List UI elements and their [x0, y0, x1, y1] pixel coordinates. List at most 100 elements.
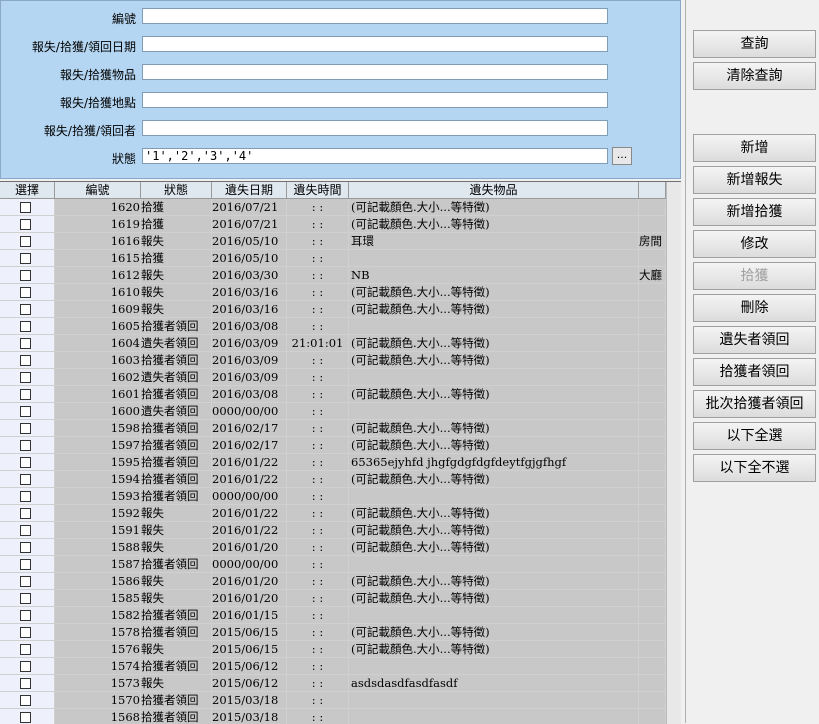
table-row[interactable]: 1588 報失 2016/01/20: : (可記載顏色.大小...等特徵) [0, 539, 681, 556]
column-header-lost-item[interactable]: 遺失物品 [349, 182, 639, 199]
finder-claimed-button[interactable]: 拾獲者領回 [693, 358, 816, 386]
select-cell[interactable] [0, 199, 55, 216]
select-cell[interactable] [0, 420, 55, 437]
table-row[interactable]: 1578 拾獲者領回 2015/06/15: : (可記載顏色.大小...等特徵) [0, 624, 681, 641]
select-cell[interactable] [0, 505, 55, 522]
add-lost-report-button[interactable]: 新增報失 [693, 166, 816, 194]
table-row[interactable]: 1595 拾獲者領回 2016/01/22: :65365ejyhfd jhgfgd… [0, 454, 681, 471]
table-row[interactable]: 1605 拾獲者領回 2016/03/08: : [0, 318, 681, 335]
table-row[interactable]: 1604 遺失者領回 2016/03/09 21:01:01 (可記載顏色.大小...等… [0, 335, 681, 352]
row-checkbox[interactable] [20, 593, 31, 604]
row-checkbox[interactable] [20, 219, 31, 230]
select-cell[interactable] [0, 539, 55, 556]
clear-query-button[interactable]: 清除查詢 [693, 62, 816, 90]
table-row[interactable]: 1601 拾獲者領回 2016/03/08: : (可記載顏色.大小...等特徵) [0, 386, 681, 403]
search-input-serial-number[interactable] [142, 8, 608, 24]
row-checkbox[interactable] [20, 236, 31, 247]
search-input-item[interactable] [142, 64, 608, 80]
table-row[interactable]: 1592 報失 2016/01/22: : (可記載顏色.大小...等特徵) [0, 505, 681, 522]
row-checkbox[interactable] [20, 270, 31, 281]
row-checkbox[interactable] [20, 202, 31, 213]
select-cell[interactable] [0, 675, 55, 692]
row-checkbox[interactable] [20, 627, 31, 638]
table-row[interactable]: 1620 拾獲 2016/07/21: : (可記載顏色.大小...等特徵) [0, 199, 681, 216]
select-cell[interactable] [0, 607, 55, 624]
table-row[interactable]: 1570 拾獲者領回 2015/03/18: : [0, 692, 681, 709]
table-row[interactable]: 1573 報失 2015/06/12: : asdsdasdfasdfasdf [0, 675, 681, 692]
column-header-lost-date[interactable]: 遺失日期 [212, 182, 287, 199]
row-checkbox[interactable] [20, 355, 31, 366]
row-checkbox[interactable] [20, 491, 31, 502]
table-row[interactable]: 1585 報失 2016/01/20: : (可記載顏色.大小...等特徵) [0, 590, 681, 607]
row-checkbox[interactable] [20, 576, 31, 587]
row-checkbox[interactable] [20, 712, 31, 723]
table-row[interactable]: 1594 拾獲者領回 2016/01/22: : (可記載顏色.大小...等特徵) [0, 471, 681, 488]
table-row[interactable]: 1612 報失 2016/03/30: : NB 大廳 [0, 267, 681, 284]
row-checkbox[interactable] [20, 372, 31, 383]
row-checkbox[interactable] [20, 559, 31, 570]
search-input-person[interactable] [142, 120, 608, 136]
search-input-status[interactable]: '1','2','3','4' [142, 148, 608, 164]
table-row[interactable]: 1615 拾獲 2016/05/10: : [0, 250, 681, 267]
select-cell[interactable] [0, 386, 55, 403]
table-row[interactable]: 1600 遺失者領回 0000/00/00: : [0, 403, 681, 420]
table-row[interactable]: 1582 拾獲者領回 2016/01/15: : [0, 607, 681, 624]
table-row[interactable]: 1574 拾獲者領回 2015/06/12: : [0, 658, 681, 675]
row-checkbox[interactable] [20, 338, 31, 349]
select-cell[interactable] [0, 573, 55, 590]
row-checkbox[interactable] [20, 253, 31, 264]
row-checkbox[interactable] [20, 440, 31, 451]
table-row[interactable]: 1587 拾獲者領回 0000/00/00: : [0, 556, 681, 573]
table-row[interactable]: 1619 拾獲 2016/07/21: : (可記載顏色.大小...等特徵) [0, 216, 681, 233]
select-cell[interactable] [0, 471, 55, 488]
row-checkbox[interactable] [20, 389, 31, 400]
select-cell[interactable] [0, 335, 55, 352]
column-header-lost-time[interactable]: 遺失時間 [287, 182, 349, 199]
row-checkbox[interactable] [20, 678, 31, 689]
table-row[interactable]: 1598 拾獲者領回 2016/02/17: : (可記載顏色.大小...等特徵) [0, 420, 681, 437]
row-checkbox[interactable] [20, 661, 31, 672]
batch-finder-claimed-button[interactable]: 批次拾獲者領回 [693, 390, 816, 418]
row-checkbox[interactable] [20, 287, 31, 298]
row-checkbox[interactable] [20, 321, 31, 332]
table-row[interactable]: 1568 拾獲者領回 2015/03/18: : [0, 709, 681, 724]
table-row[interactable]: 1602 遺失者領回 2016/03/09: : [0, 369, 681, 386]
search-input-report-date[interactable] [142, 36, 608, 52]
column-header-select[interactable]: 選擇 [0, 182, 55, 199]
table-row[interactable]: 1616 報失 2016/05/10: : 耳環 房間 [0, 233, 681, 250]
select-cell[interactable] [0, 437, 55, 454]
select-cell[interactable] [0, 284, 55, 301]
row-checkbox[interactable] [20, 695, 31, 706]
search-input-location[interactable] [142, 92, 608, 108]
table-row[interactable]: 1603 拾獲者領回 2016/03/09: : (可記載顏色.大小...等特徵) [0, 352, 681, 369]
vertical-scrollbar[interactable] [666, 182, 681, 724]
table-row[interactable]: 1591 報失 2016/01/22: : (可記載顏色.大小...等特徵) [0, 522, 681, 539]
status-picker-button[interactable]: ... [612, 147, 632, 165]
select-cell[interactable] [0, 267, 55, 284]
row-checkbox[interactable] [20, 406, 31, 417]
select-cell[interactable] [0, 488, 55, 505]
select-cell[interactable] [0, 233, 55, 250]
query-button[interactable]: 查詢 [693, 30, 816, 58]
select-cell[interactable] [0, 658, 55, 675]
column-header-serial[interactable]: 編號 [55, 182, 141, 199]
add-found-button[interactable]: 新增拾獲 [693, 198, 816, 226]
select-cell[interactable] [0, 250, 55, 267]
select-cell[interactable] [0, 641, 55, 658]
row-checkbox[interactable] [20, 610, 31, 621]
select-cell[interactable] [0, 403, 55, 420]
select-cell[interactable] [0, 369, 55, 386]
select-cell[interactable] [0, 556, 55, 573]
row-checkbox[interactable] [20, 423, 31, 434]
row-checkbox[interactable] [20, 644, 31, 655]
select-cell[interactable] [0, 522, 55, 539]
deselect-all-below-button[interactable]: 以下全不選 [693, 454, 816, 482]
table-row[interactable]: 1609 報失 2016/03/16: : (可記載顏色.大小...等特徵) [0, 301, 681, 318]
select-cell[interactable] [0, 216, 55, 233]
select-cell[interactable] [0, 590, 55, 607]
select-cell[interactable] [0, 301, 55, 318]
row-checkbox[interactable] [20, 457, 31, 468]
select-cell[interactable] [0, 624, 55, 641]
table-row[interactable]: 1597 拾獲者領回 2016/02/17: : (可記載顏色.大小...等特徵) [0, 437, 681, 454]
row-checkbox[interactable] [20, 304, 31, 315]
